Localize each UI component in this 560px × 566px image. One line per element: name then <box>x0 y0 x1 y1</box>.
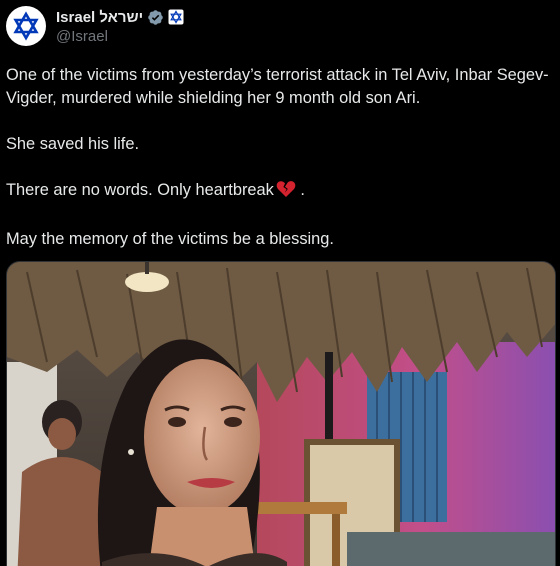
tweet-text: One of the victims from yesterday’s terr… <box>6 64 551 274</box>
photo-illustration <box>7 262 555 566</box>
tweet: Israel ישראל @Israel One of the victims … <box>0 0 560 566</box>
tweet-paragraph-3: There are no words. Only heartbreak . <box>6 179 551 205</box>
broken-heart-icon <box>276 180 296 205</box>
author-handle[interactable]: @Israel <box>56 28 184 45</box>
verified-badge-icon[interactable] <box>147 9 164 26</box>
author-names: Israel ישראל @Israel <box>56 7 184 45</box>
tweet-paragraph-2: She saved his life. <box>6 135 140 153</box>
display-name[interactable]: Israel ישראל <box>56 9 143 26</box>
tweet-header: Israel ישראל @Israel <box>6 6 184 46</box>
avatar[interactable] <box>6 6 46 46</box>
name-row: Israel ישראל <box>56 7 184 27</box>
star-of-david-icon <box>13 11 39 41</box>
tweet-paragraph-4: May the memory of the victims be a bless… <box>6 230 334 248</box>
government-affiliate-icon[interactable] <box>168 9 184 25</box>
tweet-paragraph-3-text: There are no words. Only heartbreak <box>6 181 274 199</box>
tweet-paragraph-1: One of the victims from yesterday’s terr… <box>6 66 549 107</box>
tweet-paragraph-3-suffix: . <box>295 181 305 199</box>
tweet-photo[interactable] <box>6 261 556 566</box>
